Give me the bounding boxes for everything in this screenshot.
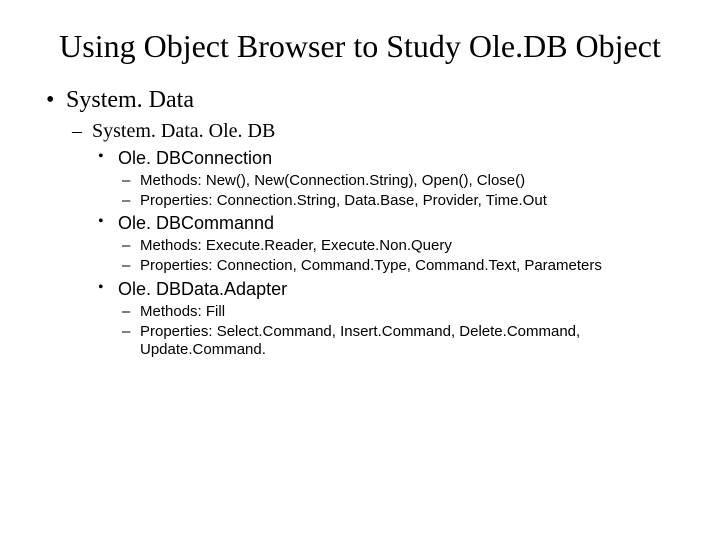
slide: Using Object Browser to Study Ole.DB Obj… — [0, 0, 720, 540]
l3-item: Ole. DBData.Adapter Methods: Fill Proper… — [92, 278, 680, 360]
l3-item: Ole. DBCommannd Methods: Execute.Reader,… — [92, 212, 680, 276]
bullet-list-level2: System. Data. Ole. DB Ole. DBConnection … — [66, 120, 680, 360]
bullet-list-level3: Ole. DBConnection Methods: New(), New(Co… — [92, 147, 680, 360]
l3-item-label: Ole. DBConnection — [118, 148, 272, 168]
bullet-list-level4: Methods: Execute.Reader, Execute.Non.Que… — [118, 237, 680, 276]
l4-item: Properties: Connection.String, Data.Base… — [118, 192, 680, 211]
l4-item: Methods: Execute.Reader, Execute.Non.Que… — [118, 237, 680, 256]
slide-title: Using Object Browser to Study Ole.DB Obj… — [40, 28, 680, 65]
bullet-list-level1: System. Data System. Data. Ole. DB Ole. … — [40, 87, 680, 360]
l3-item: Ole. DBConnection Methods: New(), New(Co… — [92, 147, 680, 211]
bullet-list-level4: Methods: New(), New(Connection.String), … — [118, 172, 680, 211]
l4-item: Properties: Select.Command, Insert.Comma… — [118, 323, 680, 361]
l4-item: Methods: New(), New(Connection.String), … — [118, 172, 680, 191]
l4-item: Properties: Connection, Command.Type, Co… — [118, 257, 680, 276]
bullet-list-level4: Methods: Fill Properties: Select.Command… — [118, 303, 680, 360]
l1-item-label: System. Data — [66, 87, 194, 113]
l2-item: System. Data. Ole. DB Ole. DBConnection … — [66, 120, 680, 360]
l2-item-label: System. Data. Ole. DB — [92, 120, 275, 142]
l4-item: Methods: Fill — [118, 303, 680, 322]
l3-item-label: Ole. DBCommannd — [118, 213, 274, 233]
l1-item: System. Data System. Data. Ole. DB Ole. … — [40, 87, 680, 360]
l3-item-label: Ole. DBData.Adapter — [118, 279, 287, 299]
